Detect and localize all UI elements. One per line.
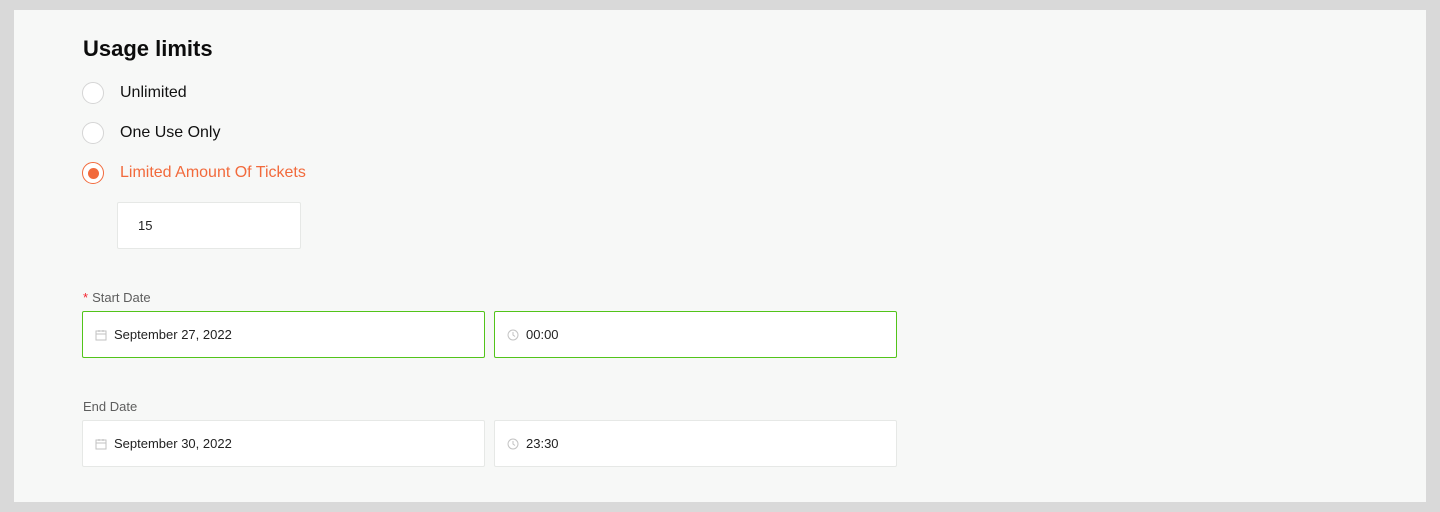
- radio-circle-unchecked[interactable]: [82, 122, 104, 144]
- radio-label-unlimited: Unlimited: [120, 84, 187, 101]
- required-mark: *: [83, 290, 89, 305]
- radio-label-limited-amount: Limited Amount Of Tickets: [120, 164, 306, 181]
- start-date-picker[interactable]: September 27, 2022: [82, 311, 485, 358]
- calendar-icon: [94, 328, 108, 342]
- start-date-label: * Start Date: [83, 290, 151, 305]
- radio-circle-unchecked[interactable]: [82, 82, 104, 104]
- radio-circle-checked[interactable]: [82, 162, 104, 184]
- start-date-value: September 27, 2022: [114, 327, 232, 342]
- radio-dot: [87, 167, 99, 179]
- end-time-picker[interactable]: 23:30: [494, 420, 897, 467]
- clock-icon: [506, 328, 520, 342]
- end-date-value: September 30, 2022: [114, 436, 232, 451]
- calendar-icon: [94, 437, 108, 451]
- start-time-picker[interactable]: 00:00: [494, 311, 897, 358]
- end-time-value: 23:30: [526, 436, 559, 451]
- radio-label-one-use-only: One Use Only: [120, 124, 221, 141]
- start-time-value: 00:00: [526, 327, 559, 342]
- section-title: Usage limits: [83, 36, 213, 61]
- end-date-picker[interactable]: September 30, 2022: [82, 420, 485, 467]
- usage-limits-panel: Usage limits Unlimited One Use Only Limi…: [14, 10, 1426, 502]
- start-date-label-text: Start Date: [92, 290, 151, 305]
- radio-limited-amount[interactable]: Limited Amount Of Tickets: [82, 160, 306, 186]
- end-date-label: End Date: [83, 399, 138, 414]
- radio-unlimited[interactable]: Unlimited: [82, 80, 187, 106]
- radio-one-use-only[interactable]: One Use Only: [82, 120, 220, 146]
- ticket-amount-input[interactable]: [117, 202, 301, 249]
- clock-icon: [506, 437, 520, 451]
